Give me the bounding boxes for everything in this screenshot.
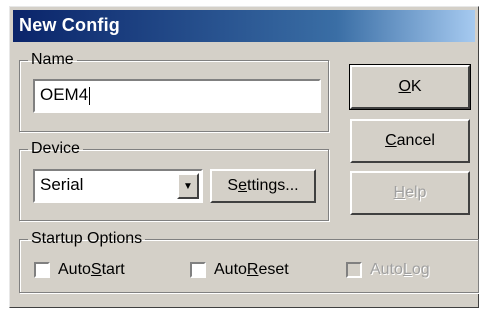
autostart-checkbox-box[interactable] [34,262,50,278]
autolog-label-mnemonic: L [402,261,412,278]
settings-button[interactable]: Se ttings... [210,169,316,203]
autolog-label-post: og [411,261,430,278]
help-button: Help [350,171,470,215]
autostart-label-mnemonic: S [90,261,102,278]
ok-label-post: K [410,78,422,95]
window-title: New Config [19,15,120,35]
settings-label-pre: S [227,177,239,194]
autoreset-checkbox-box[interactable] [190,262,206,278]
autostart-label-post: tart [101,261,125,278]
cancel-label-mnemonic: C [385,132,397,149]
name-group-legend: Name [31,51,74,68]
help-label-post: elp [405,184,427,201]
device-select[interactable]: Serial ▼ [33,169,203,203]
ok-button[interactable]: OK [349,64,471,110]
ok-label-mnemonic: O [398,78,411,95]
device-group-legend: Device [31,140,80,157]
title-bar[interactable]: New Config [13,10,475,42]
text-caret [89,86,91,105]
startup-options-legend: Startup Options [31,230,143,247]
autolog-label-pre: Auto [370,261,403,278]
dropdown-arrow-icon[interactable]: ▼ [177,173,199,199]
settings-label-post: ttings... [247,177,299,194]
autostart-checkbox[interactable]: Auto Start [34,261,125,279]
autolog-checkbox: Auto Log [346,261,430,279]
autoreset-label-pre: Auto [214,261,247,278]
autoreset-label-post: eset [258,261,289,278]
cancel-label-post: ancel [396,132,435,149]
autostart-label-pre: Auto [58,261,91,278]
device-select-value: Serial [40,175,84,194]
settings-label-mnemonic: e [238,177,247,194]
autolog-checkbox-box [346,262,362,278]
autoreset-label-mnemonic: R [246,261,259,278]
new-config-dialog: New Config Name OEM4 Device Serial ▼ Set… [9,6,479,308]
name-input[interactable]: OEM4 [33,79,321,113]
autoreset-checkbox[interactable]: Auto Reset [190,261,289,279]
cancel-button[interactable]: Cancel [350,119,470,163]
name-input-value: OEM4 [40,85,89,104]
help-label-mnemonic: H [393,184,406,201]
